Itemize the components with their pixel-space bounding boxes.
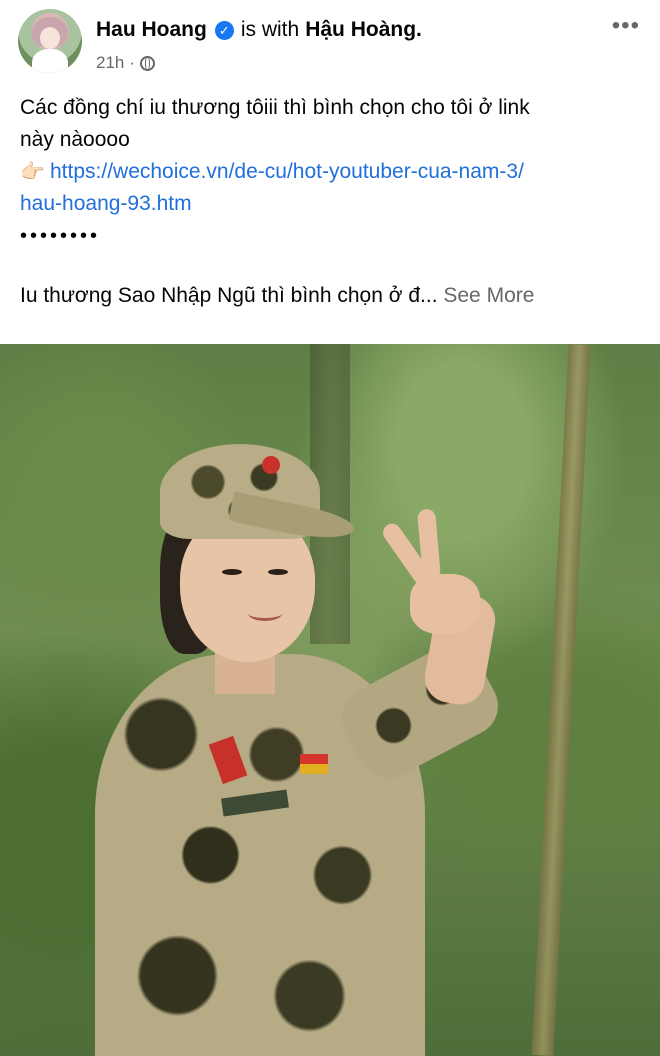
author-avatar[interactable]: [18, 9, 82, 73]
verified-badge-icon: ✓: [214, 20, 234, 40]
pointing-finger-icon: 👉🏻: [20, 161, 45, 183]
post-text-line: Iu thương Sao Nhập Ngũ thì bình chọn ở đ…: [20, 284, 438, 307]
photo-person-smile: [248, 606, 282, 621]
with-text: is with: [240, 18, 300, 41]
post-link-continued[interactable]: hau-hoang-93.htm: [20, 188, 640, 220]
post-text-truncated: Iu thương Sao Nhập Ngũ thì bình chọn ở đ…: [20, 280, 640, 312]
post-link[interactable]: https://wechoice.vn/de-cu/hot-youtuber-c…: [50, 160, 524, 183]
post-time[interactable]: 21h: [96, 53, 124, 73]
post-meta: 21h ·: [96, 53, 156, 73]
photo-flag-patch: [300, 754, 328, 774]
see-more-button[interactable]: See More: [443, 284, 534, 307]
avatar-body: [32, 49, 68, 73]
post-title-line: Hau Hoang ✓ is with Hậu Hoàng.: [96, 18, 422, 42]
more-options-button[interactable]: •••: [612, 14, 640, 38]
globe-icon[interactable]: [140, 55, 156, 71]
photo-person-eye: [222, 569, 242, 575]
author-name[interactable]: Hau Hoang: [96, 18, 207, 42]
photo-person-hand: [410, 574, 480, 634]
post-header: Hau Hoang ✓ is with Hậu Hoàng. 21h · •••: [0, 0, 660, 90]
post-spacer: [20, 252, 640, 280]
photo-person-eye: [268, 569, 288, 575]
post-link-line: 👉🏻 https://wechoice.vn/de-cu/hot-youtuber…: [20, 156, 640, 188]
post-text-line: Các đồng chí iu thương tôiii thì bình ch…: [20, 96, 530, 119]
photo-cap-badge: [262, 456, 280, 474]
photo-tree-trunk: [531, 344, 591, 1056]
post-body: Các đồng chí iu thương tôiii thì bình ch…: [20, 92, 640, 312]
more-horizontal-icon: •••: [611, 12, 640, 39]
post-photo[interactable]: [0, 344, 660, 1056]
tagged-person[interactable]: Hậu Hoàng.: [305, 18, 422, 42]
post-dots: ••••••••: [20, 225, 101, 247]
avatar-face: [40, 27, 60, 49]
post-text-line: này nàoooo: [20, 128, 130, 151]
meta-separator: ·: [129, 53, 136, 72]
